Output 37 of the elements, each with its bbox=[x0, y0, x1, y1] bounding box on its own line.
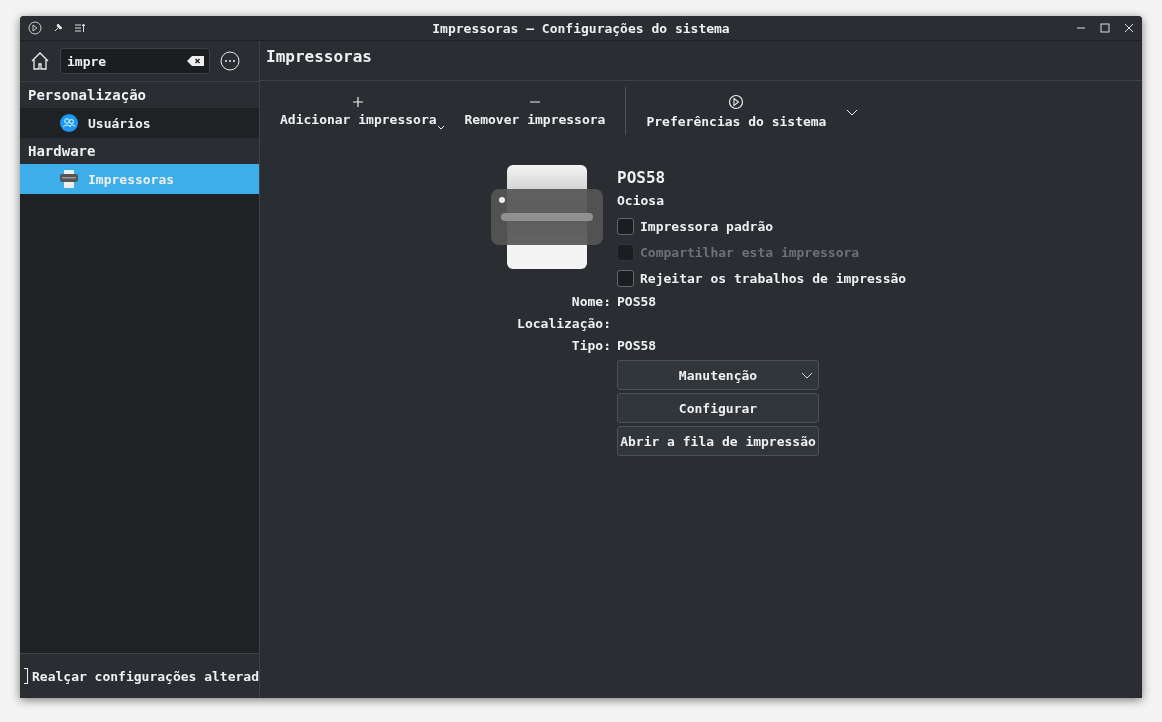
more-icon[interactable] bbox=[220, 51, 240, 71]
chevron-down-icon bbox=[801, 371, 813, 379]
sidebar-group-label: Hardware bbox=[20, 138, 259, 164]
toolbar-button[interactable]: Adicionar impressora bbox=[270, 91, 455, 131]
action-button[interactable]: Abrir a fila de impressão bbox=[617, 426, 819, 456]
field-value: POS58 bbox=[617, 338, 657, 353]
checkbox[interactable] bbox=[617, 217, 634, 235]
printer-status: Ociosa bbox=[617, 192, 665, 210]
printer-name: POS58 bbox=[617, 167, 667, 189]
toolbar-button[interactable]: Remover impressora bbox=[454, 91, 616, 131]
field-label: Tipo: bbox=[570, 337, 611, 355]
users-icon bbox=[60, 114, 78, 132]
close-icon[interactable] bbox=[1124, 23, 1134, 33]
toolbar-button[interactable]: Preferências do sistema bbox=[636, 89, 837, 133]
search-field[interactable]: impre bbox=[60, 48, 210, 74]
sidebar-group-label: Personalização bbox=[20, 82, 259, 108]
maximize-icon[interactable] bbox=[1100, 23, 1110, 33]
field-label: Nome: bbox=[570, 293, 611, 311]
app-logo-icon[interactable] bbox=[28, 21, 42, 35]
checkbox-option[interactable]: Impressora padrão bbox=[617, 213, 907, 239]
menu-icon[interactable] bbox=[74, 22, 86, 34]
window-title: Impressoras — Configurações do sistema bbox=[431, 20, 731, 36]
checkbox[interactable] bbox=[617, 269, 634, 287]
clear-icon[interactable] bbox=[187, 55, 205, 67]
pin-icon[interactable] bbox=[52, 22, 64, 34]
chevron-down-icon[interactable] bbox=[846, 108, 859, 116]
caret-icon bbox=[436, 124, 445, 131]
field-label: Localização: bbox=[516, 315, 611, 333]
plus-icon bbox=[352, 95, 365, 108]
action-button[interactable]: Configurar bbox=[617, 393, 819, 423]
dropdown-button[interactable]: Manutenção bbox=[617, 360, 819, 390]
field-value: POS58 bbox=[617, 294, 657, 309]
sidebar-item[interactable]: Usuários bbox=[20, 108, 259, 138]
home-icon[interactable] bbox=[30, 51, 50, 71]
printer-icon bbox=[60, 170, 78, 188]
page-title: Impressoras bbox=[260, 41, 1142, 81]
checkbox-option[interactable]: Rejeitar os trabalhos de impressão bbox=[617, 265, 907, 291]
